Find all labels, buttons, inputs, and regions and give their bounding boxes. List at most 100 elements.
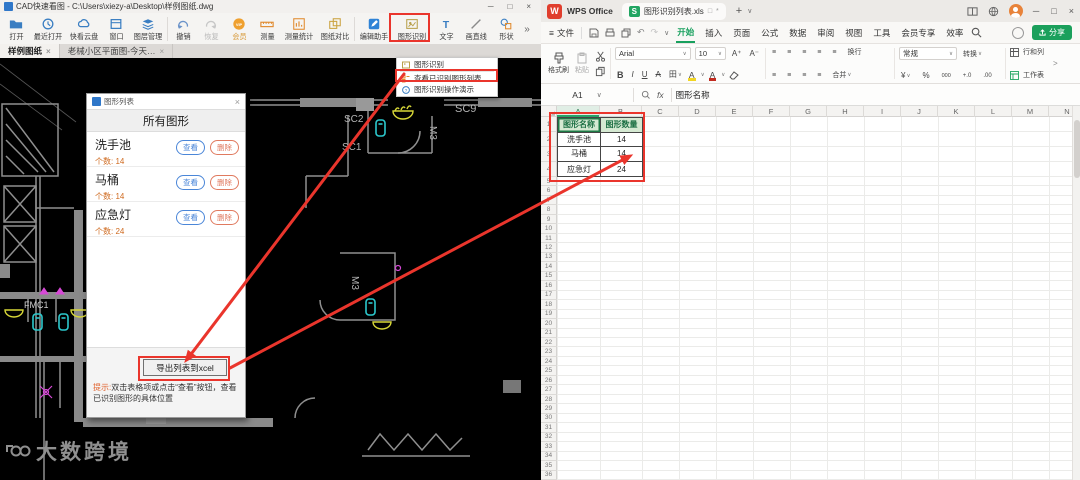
increase-font-button[interactable]: A⁺	[730, 49, 744, 58]
cell-B2[interactable]: 14	[601, 133, 642, 148]
toolbar-redo-button[interactable]: 恢复	[197, 15, 225, 44]
tab-close-icon[interactable]: ×	[46, 47, 51, 56]
align-left-button[interactable]: ≡	[770, 72, 778, 79]
row-header-10[interactable]: 10	[541, 224, 557, 234]
list-item-sink[interactable]: 洗手池 个数: 14 查看 删除	[87, 132, 245, 167]
toolbar-shapes-button[interactable]: 形状	[492, 15, 520, 44]
row-header-29[interactable]: 29	[541, 404, 557, 414]
row-header-12[interactable]: 12	[541, 243, 557, 253]
delete-button[interactable]: 删除	[210, 175, 239, 190]
column-header-C[interactable]: C	[642, 106, 679, 117]
row-header-8[interactable]: 8	[541, 205, 557, 215]
view-button[interactable]: 查看	[176, 140, 205, 155]
toolbar-vip-button[interactable]: VIP 会员	[225, 15, 253, 44]
decrease-decimal-button[interactable]: .00	[981, 73, 993, 79]
menu-item-view-recognized-list[interactable]: 查看已识别图形列表	[397, 73, 497, 84]
column-header-I[interactable]: I	[864, 106, 901, 117]
row-header-34[interactable]: 34	[541, 451, 557, 462]
wps-menu-公式[interactable]: 公式	[760, 24, 779, 42]
increase-indent-button[interactable]: ≡	[830, 49, 838, 56]
align-right-button[interactable]: ≡	[800, 72, 808, 79]
save-icon[interactable]	[589, 28, 599, 38]
row-header-22[interactable]: 22	[541, 337, 557, 348]
column-header-F[interactable]: F	[753, 106, 790, 117]
duplicate-icon[interactable]	[595, 66, 606, 77]
redo-icon[interactable]: ↷	[651, 27, 659, 38]
cell-A3[interactable]: 马桶	[558, 147, 601, 162]
column-header-J[interactable]: J	[901, 106, 938, 117]
tab-close-icon[interactable]: ×	[160, 47, 165, 56]
toolbar-layers-button[interactable]: 图层管理	[130, 15, 166, 44]
row-header-31[interactable]: 31	[541, 423, 557, 433]
column-header-E[interactable]: E	[716, 106, 753, 117]
column-header-H[interactable]: H	[827, 106, 864, 117]
share-button[interactable]: 分享	[1032, 25, 1072, 40]
row-header-36[interactable]: 36	[541, 470, 557, 480]
search-icon[interactable]	[971, 27, 982, 38]
row-header-23[interactable]: 23	[541, 347, 557, 357]
output-icon[interactable]	[605, 28, 615, 38]
align-middle-button[interactable]: ≡	[785, 49, 793, 56]
menu-item-shape-recognition[interactable]: 图形识别	[397, 59, 497, 70]
document-tab[interactable]: S 图形识别列表.xls □ *	[621, 2, 726, 20]
row-header-33[interactable]: 33	[541, 442, 557, 452]
assistant-icon[interactable]	[1012, 26, 1024, 39]
underline-button[interactable]: U	[640, 70, 650, 79]
ribbon-expand-icon[interactable]: >	[1051, 46, 1060, 81]
toolbar-text-button[interactable]: T 文字	[432, 15, 460, 44]
cell-A4[interactable]: 应急灯	[558, 161, 601, 177]
column-header-L[interactable]: L	[975, 106, 1012, 117]
row-header-2[interactable]: 2	[541, 132, 557, 147]
cut-icon[interactable]	[595, 51, 606, 62]
row-header-15[interactable]: 15	[541, 271, 557, 282]
italic-button[interactable]: I	[630, 70, 636, 79]
decrease-font-button[interactable]: A⁻	[747, 49, 761, 58]
increase-decimal-button[interactable]: +.0	[961, 73, 974, 79]
tab-list-chevron-icon[interactable]: ∨	[747, 7, 752, 15]
wps-menu-工具[interactable]: 工具	[872, 24, 891, 42]
toolbar-cloud-button[interactable]: 快看云盘	[66, 15, 102, 44]
formula-content[interactable]: 图形名称	[676, 89, 710, 101]
column-header-A[interactable]: A	[557, 106, 600, 117]
column-header-B[interactable]: B	[600, 106, 642, 117]
toolbar-shape-recognition-button[interactable]: 图形识别	[392, 15, 432, 44]
row-header-3[interactable]: 3	[541, 147, 557, 162]
split-view-icon[interactable]	[967, 6, 978, 17]
column-header-G[interactable]: G	[790, 106, 827, 117]
format-painter-button[interactable]: 格式刷	[548, 52, 569, 75]
cell-B3[interactable]: 14	[601, 147, 642, 162]
new-tab-button[interactable]: +	[736, 5, 742, 17]
select-all-corner[interactable]: ◢	[541, 106, 557, 117]
wps-maximize-icon[interactable]: □	[1051, 6, 1056, 16]
fx-icon[interactable]: fx	[657, 90, 664, 100]
highlight-color-button[interactable]: A	[687, 70, 696, 81]
row-header-13[interactable]: 13	[541, 252, 557, 263]
scrollbar-thumb[interactable]	[1074, 120, 1080, 178]
align-bottom-button[interactable]: ≡	[800, 49, 808, 56]
row-header-17[interactable]: 17	[541, 290, 557, 301]
copy-icon[interactable]	[621, 28, 631, 38]
align-top-button[interactable]: ≡	[770, 49, 778, 56]
view-button[interactable]: 查看	[176, 210, 205, 225]
vertical-scrollbar[interactable]	[1072, 106, 1080, 480]
bold-button[interactable]: B	[615, 70, 626, 80]
cad-close-icon[interactable]: ×	[526, 2, 531, 11]
row-header-11[interactable]: 11	[541, 233, 557, 244]
cell-B4[interactable]: 24	[601, 162, 642, 177]
font-color-button[interactable]: A	[708, 70, 717, 81]
convert-button[interactable]: 转换 ∨	[961, 49, 984, 59]
wps-menu-插入[interactable]: 插入	[704, 24, 723, 42]
wps-logo[interactable]: W	[547, 3, 562, 19]
column-header-D[interactable]: D	[679, 106, 716, 117]
row-header-18[interactable]: 18	[541, 300, 557, 310]
quickbar-chevron-icon[interactable]: ∨	[664, 29, 669, 37]
toolbar-recent-button[interactable]: 最近打开	[30, 15, 66, 44]
wps-menu-页面[interactable]: 页面	[732, 24, 751, 42]
eraser-icon[interactable]	[729, 70, 740, 80]
undo-icon[interactable]: ↶	[637, 27, 645, 38]
strikethrough-button[interactable]: A	[654, 70, 663, 79]
row-header-4[interactable]: 4	[541, 162, 557, 177]
row-header-30[interactable]: 30	[541, 413, 557, 424]
decrease-indent-button[interactable]: ≡	[815, 49, 823, 56]
align-center-button[interactable]: ≡	[785, 72, 793, 79]
